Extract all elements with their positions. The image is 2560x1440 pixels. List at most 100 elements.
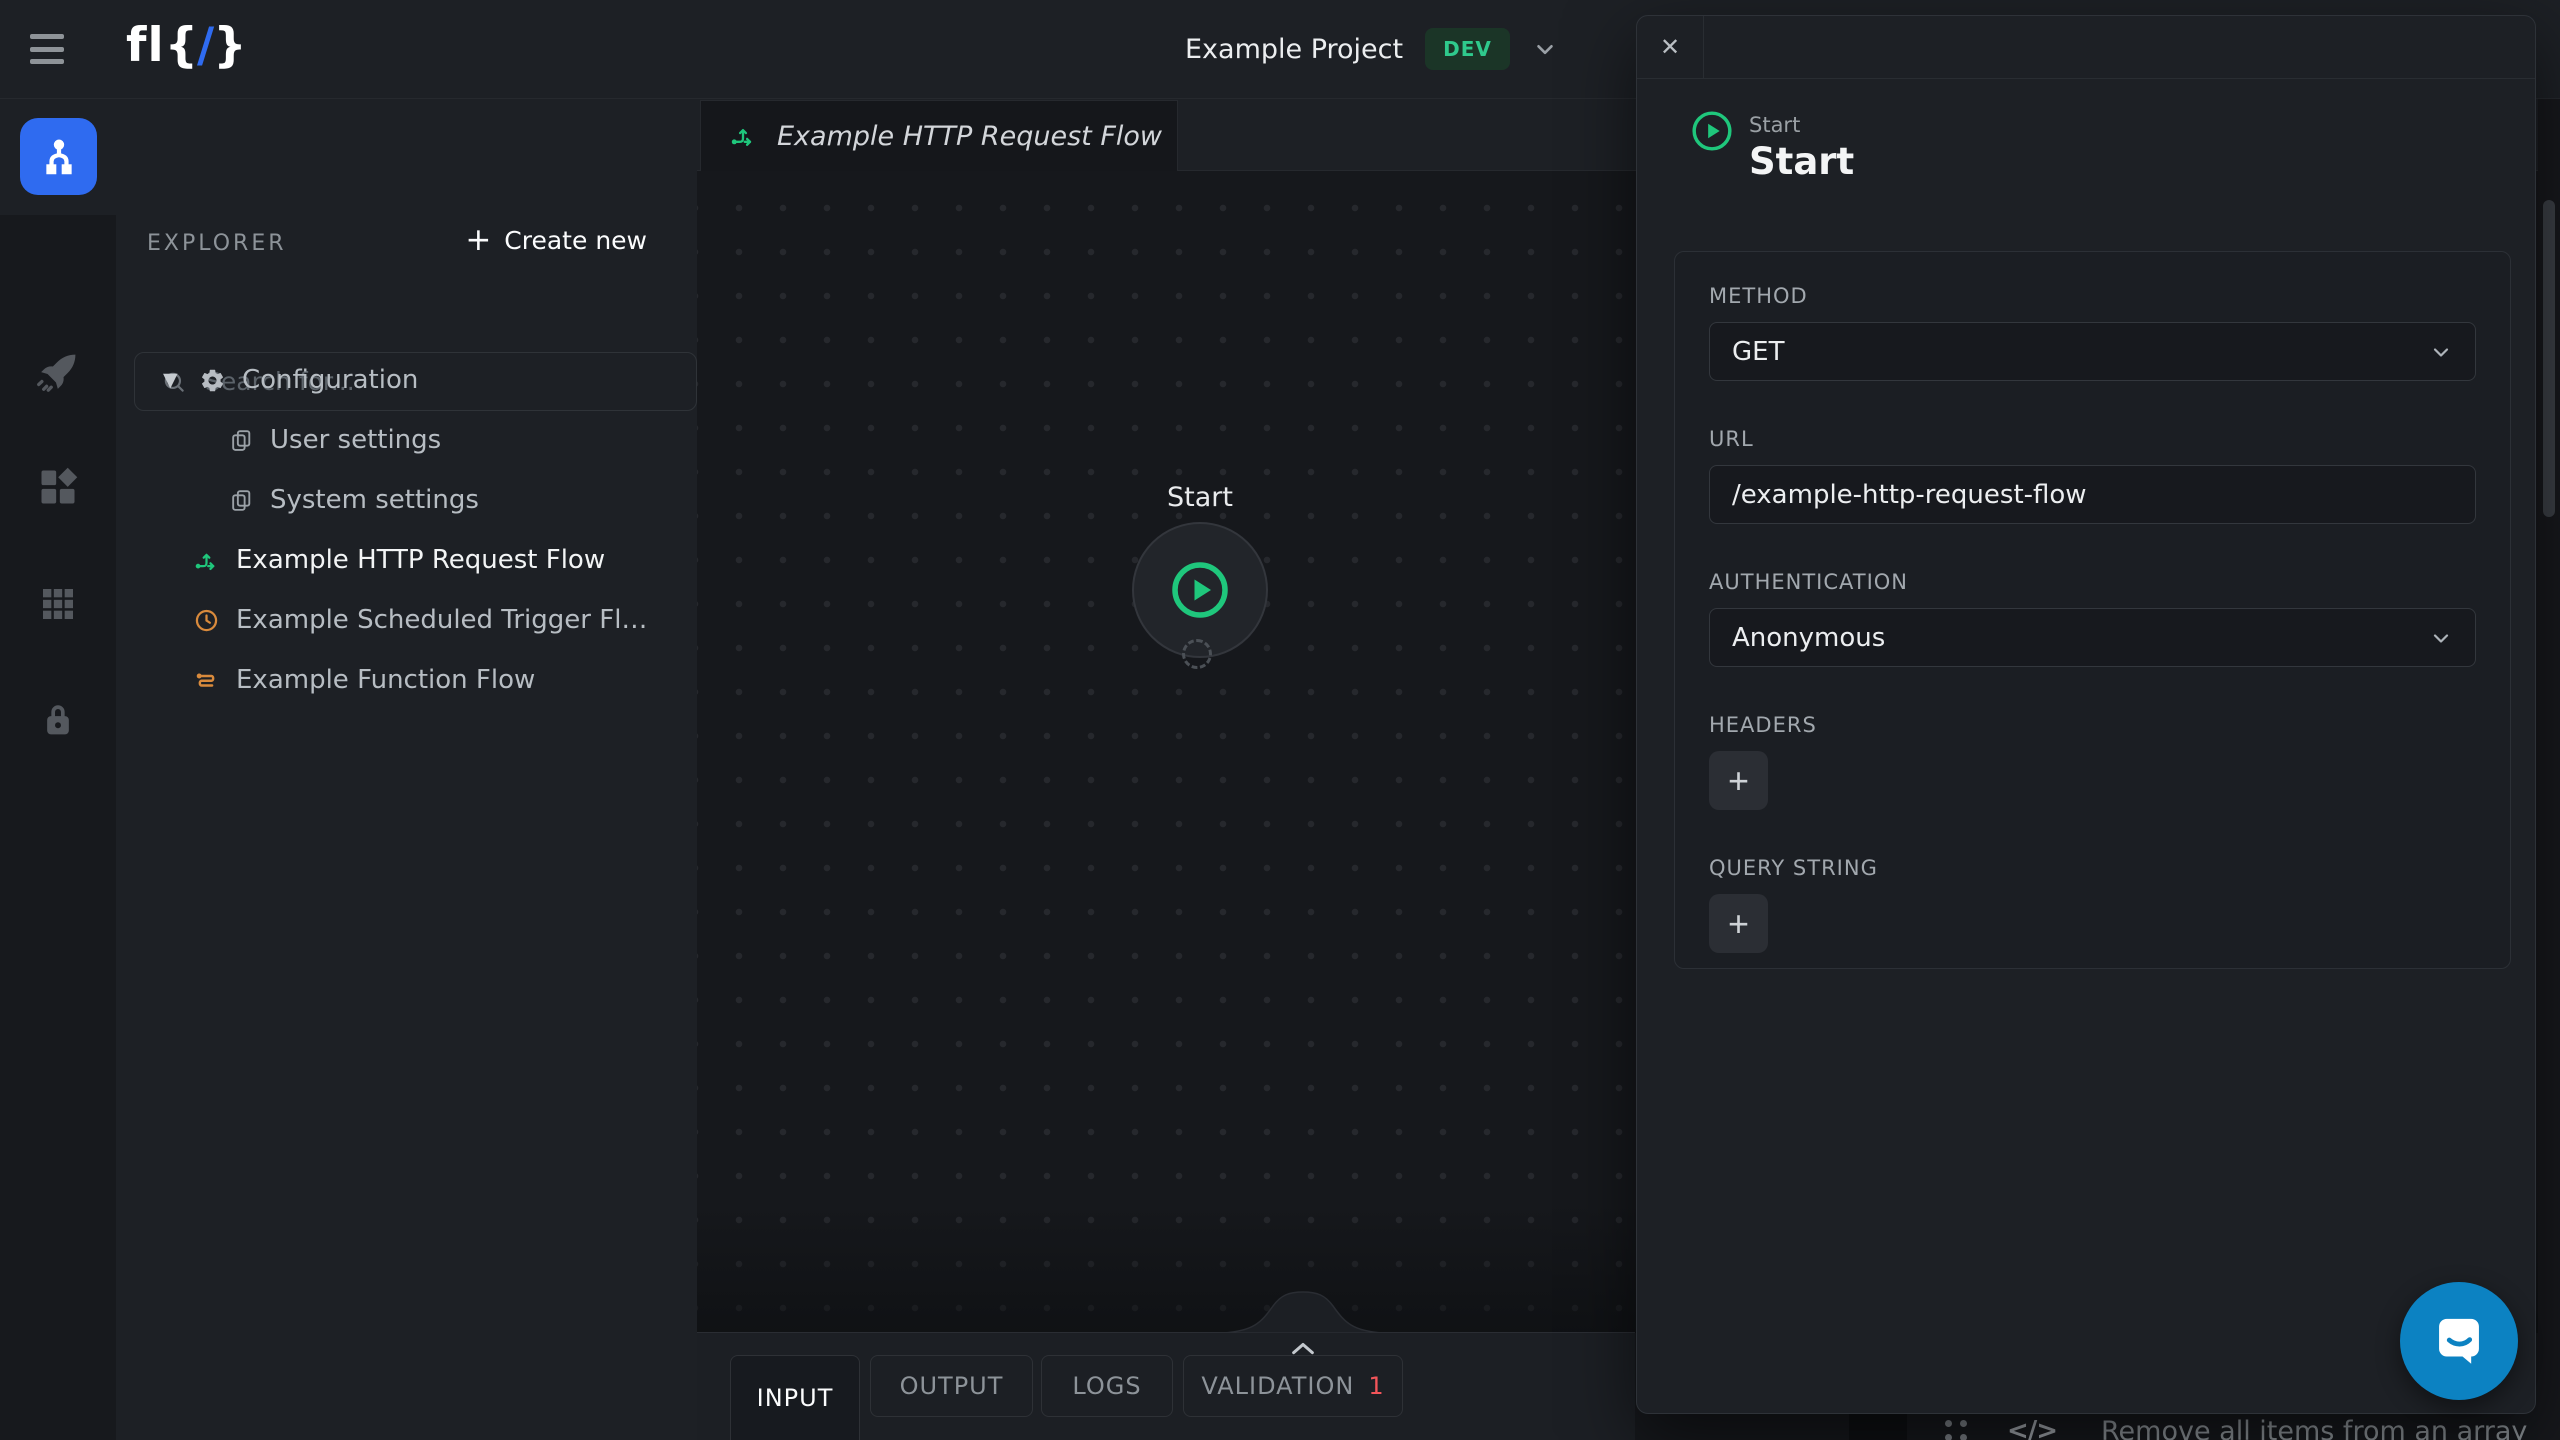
close-button[interactable]: ✕: [1637, 16, 1704, 78]
chevron-down-icon: [2429, 340, 2453, 364]
tab-input-label: INPUT: [757, 1384, 834, 1412]
scrollbar-thumb[interactable]: [2543, 200, 2555, 517]
chat-bubble-icon: [2428, 1310, 2490, 1372]
page-scrollbar: [2538, 98, 2560, 1440]
tree-item-configuration[interactable]: ▼ Configuration: [116, 350, 697, 410]
query-string-label: QUERY STRING: [1709, 856, 2476, 880]
project-switcher[interactable]: Example Project DEV: [1185, 0, 1558, 98]
documents-icon: [229, 488, 254, 513]
rail-item-security[interactable]: [36, 698, 80, 742]
environment-badge: DEV: [1425, 28, 1510, 70]
tab-title: Example HTTP Request Flow: [777, 121, 1162, 152]
authentication-select[interactable]: Anonymous: [1709, 608, 2476, 667]
rail-item-apps[interactable]: [36, 582, 80, 626]
tree-item-label: Example Scheduled Trigger Fl…: [236, 605, 647, 635]
authentication-label: AUTHENTICATION: [1709, 570, 2476, 594]
io-panel-hump: [1223, 1291, 1383, 1333]
chat-launcher-button[interactable]: [2400, 1282, 2518, 1400]
query-string-field: QUERY STRING +: [1709, 856, 2476, 953]
chevron-down-icon: [1532, 36, 1558, 62]
tree-item-scheduled-trigger-flow[interactable]: Example Scheduled Trigger Fl…: [116, 590, 697, 650]
documents-icon: [229, 428, 254, 453]
logo-brace-close: }: [213, 18, 247, 73]
node-label: Start: [1130, 482, 1270, 513]
node-output-port[interactable]: [1182, 639, 1212, 669]
close-icon: ✕: [1660, 33, 1680, 61]
method-select[interactable]: GET: [1709, 322, 2476, 381]
url-input[interactable]: [1709, 465, 2476, 524]
clock-icon: [193, 607, 220, 634]
explorer-panel: EXPLORER + Create new ▼ Configuration: [116, 98, 697, 1440]
start-node[interactable]: [1132, 522, 1268, 658]
tab-validation-label: VALIDATION: [1201, 1372, 1354, 1400]
explorer-tree: ▼ Configuration User settings System set…: [116, 350, 697, 710]
method-value: GET: [1732, 337, 1784, 367]
app-logo[interactable]: fl{/}: [126, 18, 248, 73]
create-new-label: Create new: [504, 226, 647, 255]
rocket-icon: [36, 350, 80, 394]
inspector-panel: ✕ Start Start METHOD GET URL: [1636, 15, 2536, 1414]
node-type-label: Start: [1749, 113, 1800, 137]
tab-example-http-request-flow[interactable]: Example HTTP Request Flow: [700, 100, 1178, 171]
inspector-form-card: METHOD GET URL AUTHENTICATION Anonymous: [1674, 251, 2511, 969]
start-node-play-icon: [1689, 108, 1735, 154]
plus-icon: +: [1728, 760, 1749, 802]
headers-label: HEADERS: [1709, 713, 2476, 737]
palette-row-remove-all-items[interactable]: </> Remove all items from an array: [1849, 1414, 2538, 1440]
plus-icon: +: [1728, 903, 1749, 945]
tree-item-label: Example Function Flow: [236, 665, 535, 695]
rail-item-widgets[interactable]: [36, 465, 80, 509]
method-field: METHOD GET: [1709, 284, 2476, 381]
tree-item-label: Configuration: [242, 365, 418, 395]
flow-network-icon: [36, 134, 82, 180]
tree-item-system-settings[interactable]: System settings: [116, 470, 697, 530]
add-header-button[interactable]: +: [1709, 751, 1768, 810]
palette-row-label: Remove all items from an array: [2101, 1416, 2527, 1440]
tab-input[interactable]: INPUT: [730, 1355, 860, 1440]
caret-down-icon[interactable]: ▼: [163, 369, 183, 391]
logo-text: fl: [126, 18, 165, 73]
authentication-field: AUTHENTICATION Anonymous: [1709, 570, 2476, 667]
tree-item-http-request-flow[interactable]: Example HTTP Request Flow: [116, 530, 697, 590]
icon-rail: [0, 98, 116, 1440]
palette-gap: [1849, 1414, 1907, 1440]
plus-icon: +: [465, 225, 491, 256]
project-name: Example Project: [1185, 34, 1403, 65]
app-window: fl{/} Example Project DEV: [0, 0, 2560, 1440]
tab-logs-label: LOGS: [1072, 1372, 1141, 1400]
tab-validation[interactable]: VALIDATION 1: [1183, 1355, 1403, 1417]
io-panel: INPUT OUTPUT LOGS VALIDATION 1: [697, 1332, 1635, 1440]
http-flow-icon: [729, 122, 757, 150]
inspector-header-strip: ✕: [1637, 16, 2535, 79]
tree-item-label: Example HTTP Request Flow: [236, 545, 605, 575]
play-icon: [1168, 558, 1232, 622]
drag-handle-icon[interactable]: [1945, 1420, 1968, 1440]
tab-output-label: OUTPUT: [900, 1372, 1004, 1400]
inspector-title: Start: [1749, 140, 1854, 183]
rail-item-deploy[interactable]: [36, 350, 80, 394]
explorer-title: EXPLORER: [147, 231, 287, 256]
create-new-button[interactable]: + Create new: [465, 225, 647, 256]
authentication-value: Anonymous: [1732, 623, 1885, 653]
rail-item-flows[interactable]: [20, 118, 97, 195]
function-flow-icon: [193, 667, 220, 694]
tree-item-label: User settings: [270, 425, 441, 455]
hamburger-menu-icon[interactable]: [30, 34, 64, 64]
headers-field: HEADERS +: [1709, 713, 2476, 810]
method-label: METHOD: [1709, 284, 2476, 308]
http-flow-icon: [193, 547, 220, 574]
url-field: URL: [1709, 427, 2476, 524]
grid-apps-icon: [38, 584, 78, 624]
gear-icon: [199, 367, 226, 394]
url-label: URL: [1709, 427, 2476, 451]
widgets-icon: [36, 465, 80, 509]
tree-item-user-settings[interactable]: User settings: [116, 410, 697, 470]
tab-logs[interactable]: LOGS: [1041, 1355, 1173, 1417]
tab-output[interactable]: OUTPUT: [870, 1355, 1033, 1417]
tree-item-label: System settings: [270, 485, 479, 515]
logo-brace-open: {: [165, 18, 199, 73]
lock-icon: [37, 699, 79, 741]
add-query-param-button[interactable]: +: [1709, 894, 1768, 953]
chevron-down-icon: [2429, 626, 2453, 650]
tree-item-function-flow[interactable]: Example Function Flow: [116, 650, 697, 710]
